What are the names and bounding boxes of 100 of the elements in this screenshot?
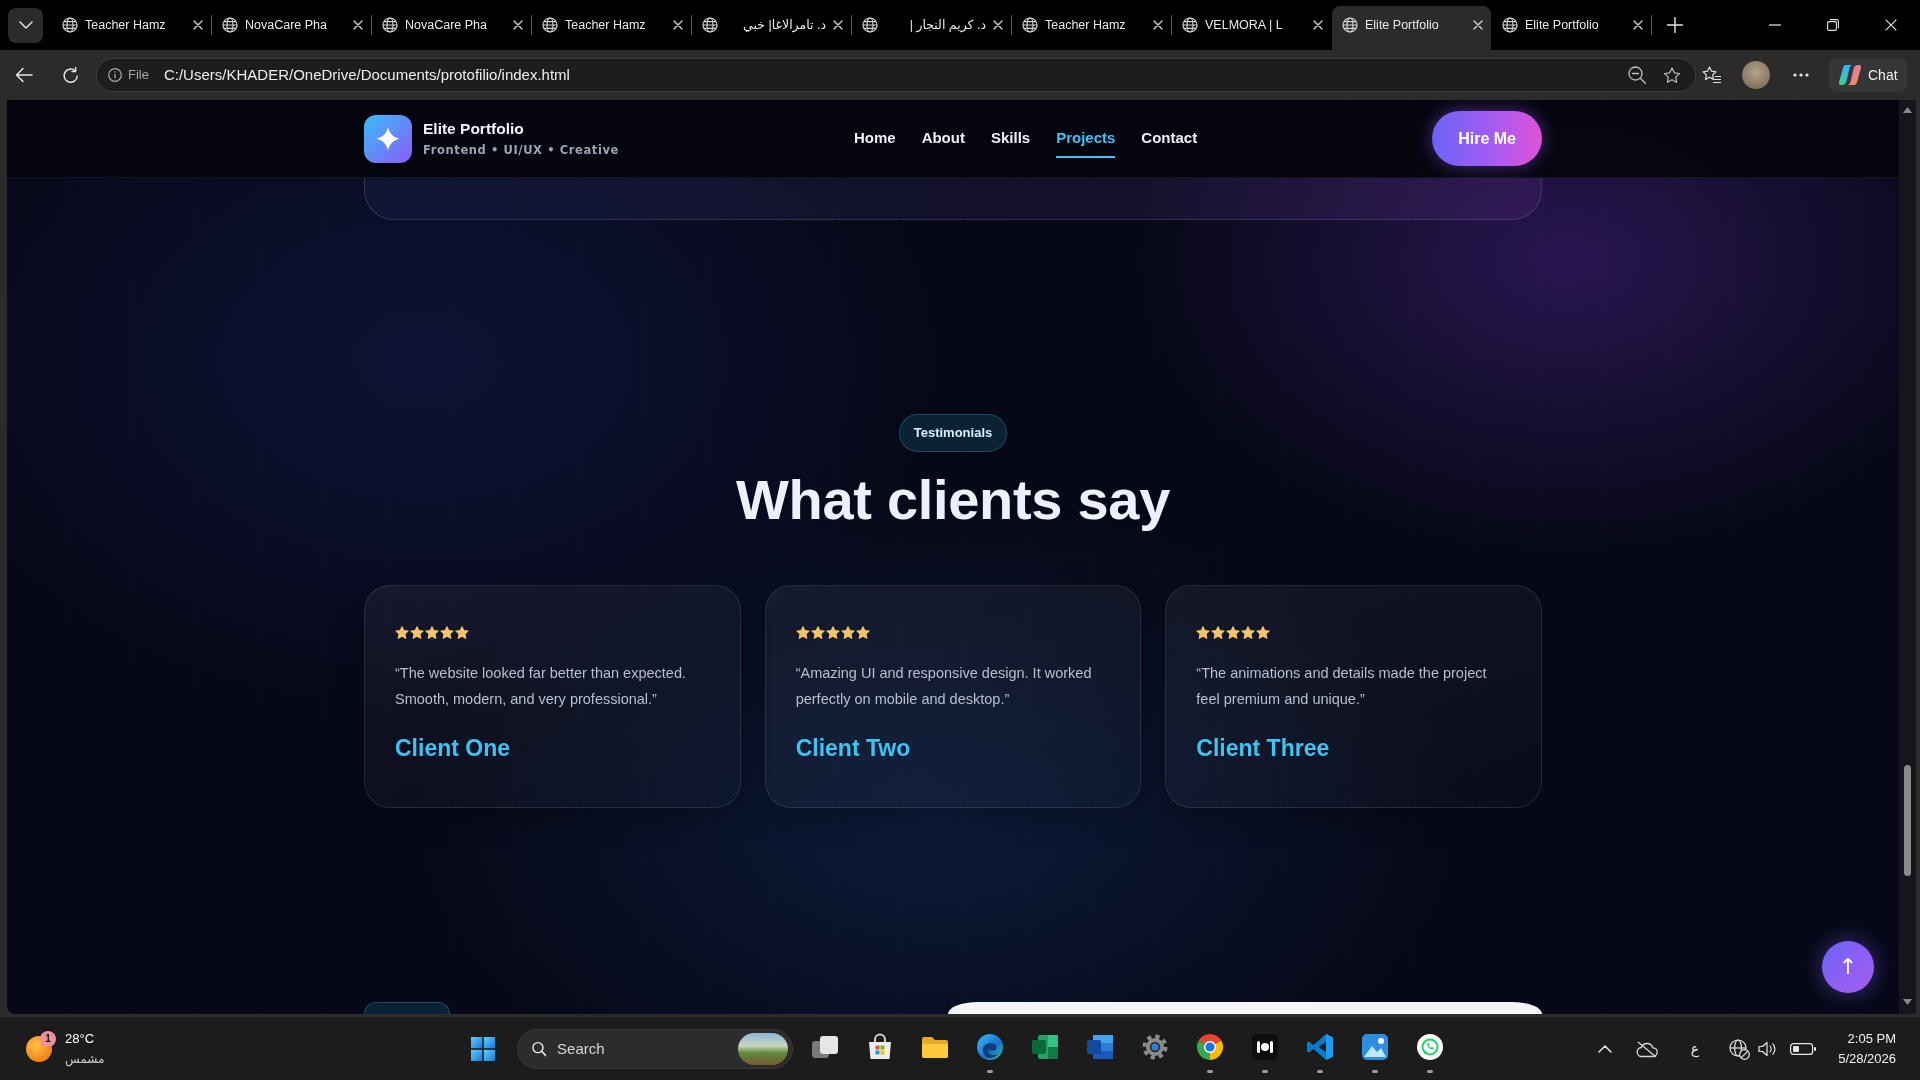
browser-tab[interactable]: NovaCare Pha [212, 6, 371, 50]
globe-blocked-icon[interactable] [1729, 1038, 1751, 1060]
nav-link[interactable]: Projects [1056, 119, 1116, 158]
plus-icon[interactable] [1667, 17, 1683, 33]
phone-bubble-icon[interactable] [1416, 1033, 1444, 1061]
segmented-circle-icon[interactable] [1196, 1033, 1224, 1061]
browser-tab[interactable]: د. كريم النجار | [852, 6, 1011, 50]
globe-icon [382, 17, 398, 33]
address-bar[interactable]: File C:/Users/KHADER/OneDrive/Documents/protofilio/index.html [96, 58, 1696, 92]
swirl-icon[interactable] [976, 1033, 1004, 1061]
star-icon [425, 626, 439, 639]
star-icon [855, 626, 870, 639]
clock-date[interactable]: 5/28/2026 [1838, 1049, 1896, 1069]
scroll-up-icon[interactable] [1903, 107, 1912, 113]
star-icon [1256, 626, 1271, 639]
globe-icon [1022, 17, 1038, 33]
profile-avatar[interactable] [1742, 61, 1770, 89]
spreadsheet-icon[interactable] [1031, 1033, 1059, 1061]
more-icon[interactable] [1793, 73, 1809, 77]
star-icon[interactable] [1663, 66, 1681, 84]
globe-icon [1182, 17, 1198, 33]
scrollbar[interactable] [1899, 100, 1916, 1014]
task-view-icon[interactable] [811, 1033, 839, 1061]
zoom-out-icon[interactable] [1628, 66, 1646, 84]
site-info-button[interactable]: File [108, 65, 149, 85]
shopping-bag-icon[interactable] [866, 1033, 894, 1061]
star-icon [1211, 626, 1226, 639]
sparkle-logo-icon[interactable] [364, 114, 412, 163]
close-icon[interactable] [1633, 20, 1643, 30]
star-icon [1196, 626, 1211, 639]
ribbon-icon[interactable] [1306, 1033, 1334, 1061]
search-input[interactable]: Search [557, 1037, 739, 1061]
settings-icon[interactable] [1141, 1033, 1169, 1061]
picture-placeholder[interactable] [738, 1033, 788, 1065]
close-icon[interactable] [673, 20, 683, 30]
browser-tab[interactable]: Teacher Hamz [532, 6, 691, 50]
url-field[interactable]: C:/Users/KHADER/OneDrive/Documents/protofilio/index.html [163, 63, 1611, 87]
close-icon[interactable] [193, 20, 203, 30]
close-icon[interactable] [833, 20, 843, 30]
hire-me-button[interactable]: Hire Me [1432, 111, 1542, 166]
close-icon[interactable] [1885, 19, 1897, 31]
back-to-top-button[interactable]: ↑ [1822, 941, 1874, 993]
info-icon [108, 68, 122, 82]
globe-icon [1342, 17, 1358, 33]
scroll-down-icon[interactable] [1903, 999, 1912, 1005]
star-icon [840, 626, 855, 639]
browser-tab[interactable]: Teacher Hamz [52, 6, 211, 50]
weather-condition[interactable]: مشمس [65, 1049, 105, 1069]
close-icon[interactable] [513, 20, 523, 30]
globe-icon [702, 17, 718, 33]
document-icon[interactable] [1086, 1033, 1114, 1061]
search-box[interactable]: Search [516, 1029, 793, 1069]
browser-tab[interactable]: Elite Portfolio [1332, 6, 1491, 50]
star-icon [395, 626, 409, 639]
globe-icon [862, 17, 878, 33]
back-icon[interactable] [15, 67, 33, 83]
browser-tab[interactable]: Teacher Hamz [1012, 6, 1171, 50]
testimonial-quote: “The animations and details made the project feel premium and unique.” [1196, 664, 1488, 709]
browser-tab[interactable]: Elite Portfolio [1492, 6, 1651, 50]
star-icon [1226, 626, 1241, 639]
clock-time[interactable]: 2:05 PM [1847, 1029, 1896, 1049]
brand-name: Elite Portfolio [423, 119, 525, 139]
input-language-indicator[interactable]: ع [1690, 1038, 1700, 1060]
chat-button[interactable]: Chat [1829, 58, 1907, 92]
close-icon[interactable] [993, 20, 1003, 30]
cloud-off-icon[interactable] [1635, 1040, 1658, 1058]
star-icon [795, 626, 810, 639]
battery-icon[interactable] [1790, 1043, 1817, 1055]
star-icon [825, 626, 840, 639]
brand-tagline: Frontend • UI/UX • Creative [423, 142, 619, 158]
nav-link[interactable]: Home [853, 119, 896, 158]
close-icon[interactable] [1313, 20, 1323, 30]
close-icon[interactable] [353, 20, 363, 30]
browser-tab[interactable]: VELMORA | L [1172, 6, 1331, 50]
notification-count: 1 [40, 1031, 56, 1047]
restore-icon[interactable] [1827, 19, 1839, 31]
close-icon[interactable] [1473, 20, 1483, 30]
nav-link[interactable]: Skills [990, 119, 1031, 158]
browser-tab[interactable]: د. تامرالاغا| خبي [692, 6, 851, 50]
star-icon [440, 626, 454, 639]
browser-tab[interactable]: NovaCare Pha [372, 6, 531, 50]
star-icon [810, 626, 825, 639]
scrollbar-thumb[interactable] [1904, 765, 1911, 876]
start-icon[interactable] [470, 1037, 495, 1061]
landscape-icon[interactable] [1361, 1033, 1389, 1061]
favorites-icon[interactable] [1702, 66, 1722, 84]
testimonial-quote: “Amazing UI and responsive design. It worked perfectly on mobile and desktop.” [795, 664, 1093, 709]
star-icon [1241, 626, 1256, 639]
reload-icon[interactable] [61, 66, 79, 84]
section-label: Testimonials [898, 414, 1008, 452]
chevron-up-icon[interactable] [1597, 1045, 1612, 1053]
chevron-down-icon [18, 21, 33, 29]
nav-link[interactable]: Contact [1141, 119, 1198, 158]
weather-temperature[interactable]: 28°C [65, 1029, 105, 1049]
client-name: Client Three [1196, 734, 1331, 762]
close-icon[interactable] [1153, 20, 1163, 30]
tab-list-button[interactable] [8, 7, 43, 43]
nav-link[interactable]: About [921, 119, 965, 158]
globe-icon [62, 17, 78, 33]
client-name: Client One [395, 734, 511, 762]
